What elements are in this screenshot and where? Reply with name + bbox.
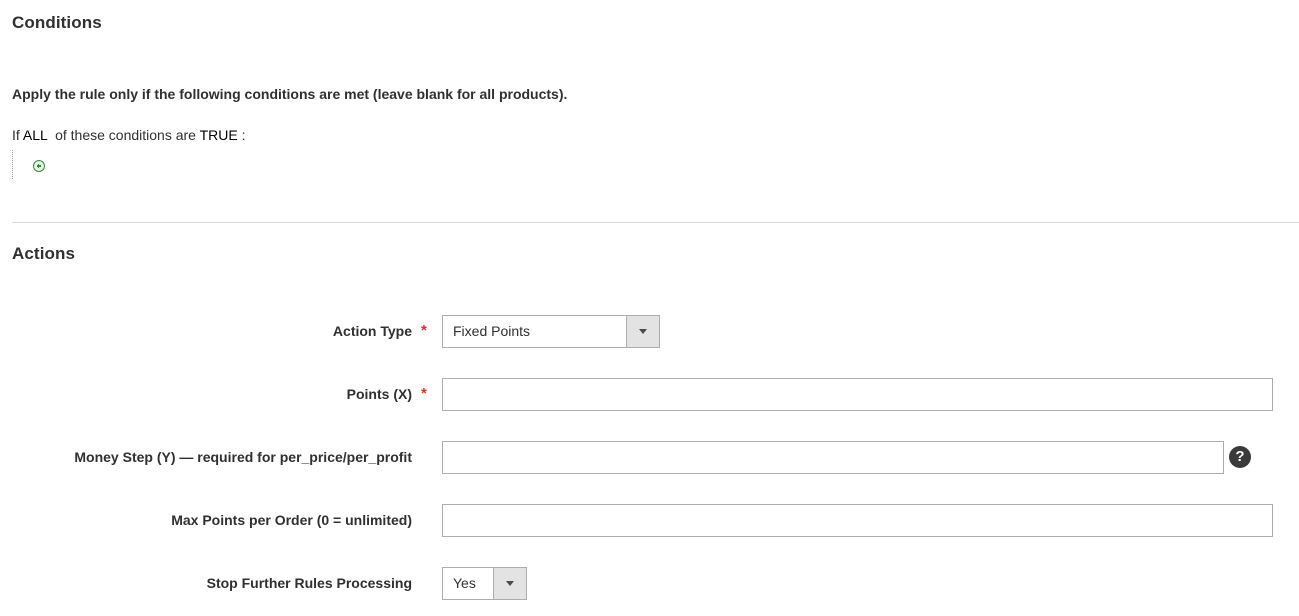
conditions-title: Conditions: [12, 13, 102, 32]
action-type-label: Action Type: [332, 323, 412, 339]
statement-suffix: :: [237, 127, 246, 143]
points-label: Points (X): [346, 386, 412, 402]
question-icon[interactable]: ?: [1229, 446, 1251, 468]
stop-rules-value: Yes: [453, 575, 476, 591]
action-type-value: Fixed Points: [453, 323, 531, 339]
conditions-tree-line: [12, 150, 14, 179]
conditions-statement: If ALL of these conditions are TRUE :: [12, 127, 246, 143]
value-toggle[interactable]: TRUE: [200, 127, 238, 143]
add-condition-icon[interactable]: [33, 160, 45, 172]
chevron-down-icon: [493, 568, 526, 599]
money-step-input[interactable]: [442, 441, 1224, 474]
stop-rules-select[interactable]: Yes: [442, 567, 527, 600]
max-points-input[interactable]: [442, 504, 1273, 537]
statement-middle: of these conditions are: [47, 127, 200, 143]
actions-title: Actions: [12, 244, 76, 263]
conditions-intro: Apply the rule only if the following con…: [12, 86, 568, 102]
stop-rules-label: Stop Further Rules Processing: [206, 575, 412, 591]
aggregator-toggle[interactable]: ALL: [23, 127, 47, 143]
max-points-label: Max Points per Order (0 = unlimited): [171, 512, 412, 528]
money-step-label: Money Step (Y) — required for per_price/…: [74, 449, 412, 465]
action-type-select[interactable]: Fixed Points: [442, 315, 660, 348]
points-input[interactable]: [442, 378, 1273, 411]
required-mark: *: [421, 385, 427, 402]
required-mark: *: [421, 322, 427, 339]
section-divider: [12, 222, 1299, 223]
chevron-down-icon: [626, 316, 659, 347]
statement-prefix: If: [12, 127, 23, 143]
